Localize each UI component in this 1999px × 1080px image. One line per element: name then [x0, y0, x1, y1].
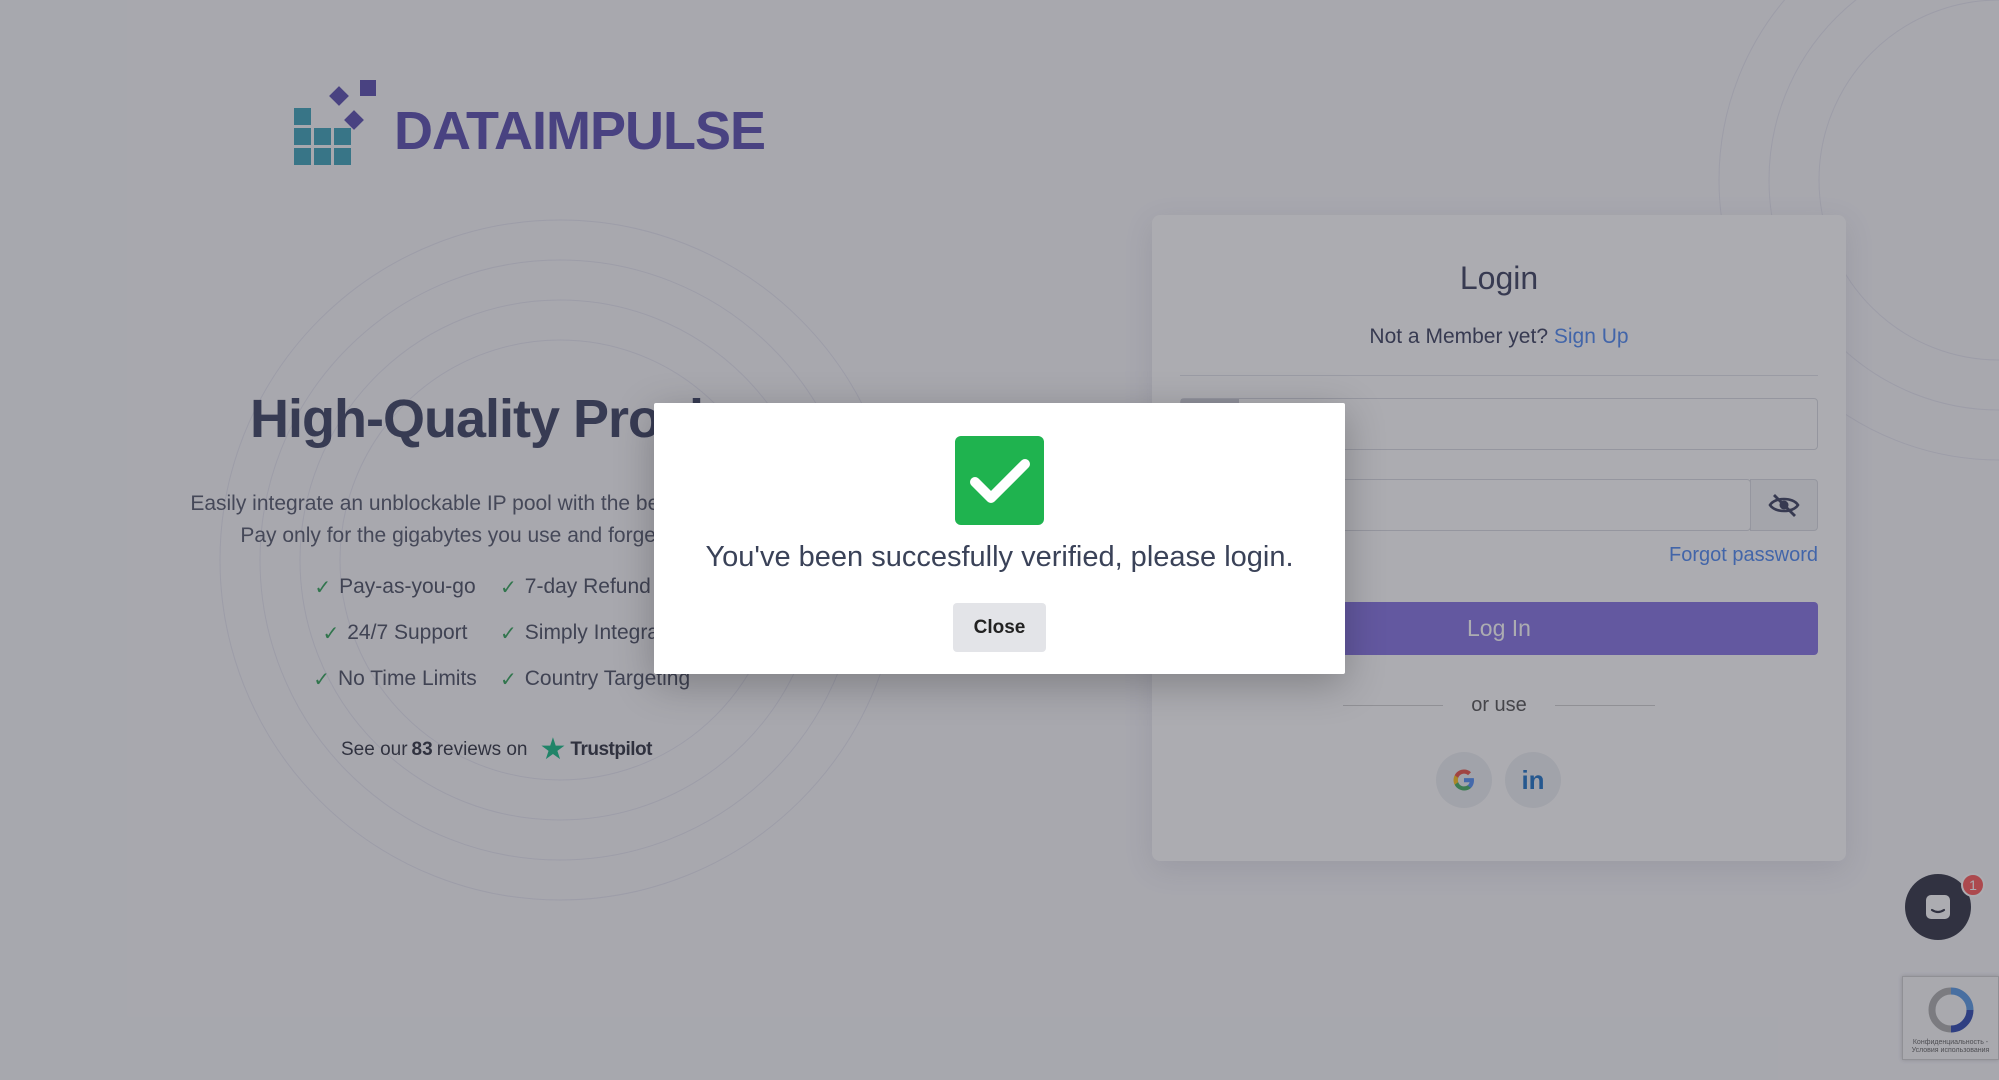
checkmark-icon — [969, 458, 1030, 503]
dialog-message: You've been succesfully verified, please… — [705, 541, 1294, 573]
success-check-icon — [955, 436, 1044, 525]
verification-dialog: You've been succesfully verified, please… — [654, 403, 1345, 674]
close-button[interactable]: Close — [953, 603, 1046, 652]
